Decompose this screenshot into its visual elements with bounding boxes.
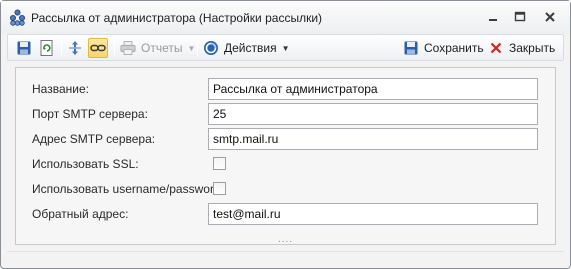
ssl-row: Использовать SSL: xyxy=(16,153,555,175)
ssl-label: Использовать SSL: xyxy=(32,157,139,171)
smtp-address-row: Адрес SMTP сервера: smtp.mail.ru xyxy=(16,128,555,150)
app-logo-icon xyxy=(9,9,26,26)
smtp-port-row: Порт SMTP сервера: 25 xyxy=(16,103,555,125)
link-button[interactable] xyxy=(88,38,108,58)
chevron-down-icon: ▼ xyxy=(187,43,196,53)
reports-dropdown[interactable]: Отчеты ▼ xyxy=(118,38,195,58)
toolbar-separator xyxy=(61,40,62,56)
chevron-down-icon: ▼ xyxy=(281,43,290,53)
smtp-port-input[interactable]: 25 xyxy=(208,103,538,125)
resize-grip[interactable]: .... xyxy=(278,235,293,245)
actions-label: Действия xyxy=(224,41,277,55)
refresh-button[interactable] xyxy=(37,38,57,58)
smtp-address-label: Адрес SMTP сервера: xyxy=(32,132,156,146)
expand-button[interactable] xyxy=(65,38,85,58)
smtp-address-input[interactable]: smtp.mail.ru xyxy=(208,128,538,150)
save-label: Сохранить xyxy=(424,41,484,55)
name-row: Название: Рассылка от администратора xyxy=(16,78,555,100)
auth-checkbox[interactable] xyxy=(213,182,226,195)
minimize-icon xyxy=(489,19,497,21)
name-input[interactable]: Рассылка от администратора xyxy=(208,78,538,100)
minimize-button[interactable] xyxy=(485,10,501,24)
bottom-divider xyxy=(7,251,564,252)
toolbar: Отчеты ▼ Действия ▼ Сохранить Закрыть xyxy=(7,34,564,61)
expand-vertical-icon xyxy=(65,38,85,58)
printer-icon xyxy=(118,38,138,58)
auth-label: Использовать username/password: xyxy=(32,182,224,196)
chain-link-icon xyxy=(88,38,108,58)
settings-form: Название: Рассылка от администратора Пор… xyxy=(15,67,556,245)
maximize-icon xyxy=(514,11,526,22)
auth-row: Использовать username/password: xyxy=(16,178,555,200)
refresh-document-icon xyxy=(37,38,57,58)
floppy-disk-icon xyxy=(14,38,34,58)
actions-gear-icon xyxy=(201,38,221,58)
window-close-button[interactable] xyxy=(542,10,558,24)
smtp-port-label: Порт SMTP сервера: xyxy=(32,107,148,121)
window-title: Рассылка от администратора (Настройки ра… xyxy=(31,11,323,25)
reports-label: Отчеты xyxy=(141,41,183,55)
reply-address-input[interactable]: test@mail.ru xyxy=(208,203,538,225)
toolbar-separator xyxy=(197,40,198,56)
red-x-icon xyxy=(486,38,506,58)
reply-address-row: Обратный адрес: test@mail.ru xyxy=(16,203,555,225)
settings-window: Рассылка от администратора (Настройки ра… xyxy=(0,0,571,269)
floppy-disk-icon xyxy=(401,38,421,58)
name-label: Название: xyxy=(32,82,89,96)
toolbar-separator xyxy=(114,40,115,56)
title-bar[interactable]: Рассылка от администратора (Настройки ра… xyxy=(1,1,570,34)
actions-dropdown[interactable]: Действия ▼ xyxy=(201,38,290,58)
close-form-button[interactable]: Закрыть xyxy=(486,38,555,58)
save-icon-button[interactable] xyxy=(14,38,34,58)
maximize-button[interactable] xyxy=(512,10,528,24)
close-label: Закрыть xyxy=(509,41,556,55)
save-button[interactable]: Сохранить xyxy=(401,38,484,58)
ssl-checkbox[interactable] xyxy=(213,157,226,170)
close-icon xyxy=(545,12,555,22)
reply-address-label: Обратный адрес: xyxy=(32,207,129,221)
